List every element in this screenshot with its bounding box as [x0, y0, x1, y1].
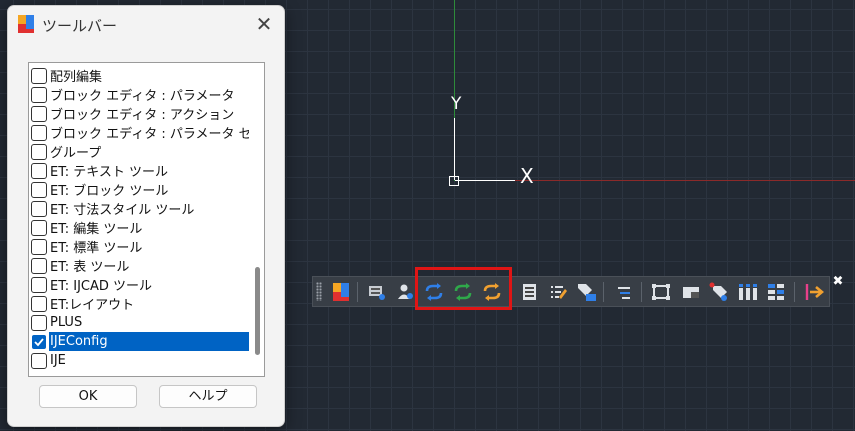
list-item[interactable]: ET: 表 ツール	[29, 256, 249, 275]
close-icon: ✕	[255, 12, 273, 36]
checkbox[interactable]	[31, 276, 47, 293]
frame-select-icon[interactable]	[651, 282, 671, 302]
window-layout-icon[interactable]	[681, 282, 701, 302]
exit-arrow-icon[interactable]	[804, 282, 824, 302]
ok-button[interactable]: OK	[39, 385, 137, 408]
checkbox[interactable]	[31, 86, 47, 103]
checkbox[interactable]	[31, 181, 47, 198]
column-bars-icon[interactable]	[738, 282, 758, 302]
x-axis-line-red	[455, 180, 855, 181]
list-item-label: ET: 寸法スタイル ツール	[50, 203, 195, 218]
dialog-header: ツールバー ✕	[8, 6, 284, 42]
list-item[interactable]: ET:レイアウト	[29, 294, 249, 313]
list-item[interactable]: ブロック エディタ : パラメータ	[29, 85, 249, 104]
checkbox[interactable]	[31, 124, 47, 141]
toolbar-dialog: ツールバー ✕ 配列編集ブロック エディタ : パラメータ ブロック エディタ :…	[7, 5, 285, 427]
toolbar-separator	[357, 282, 358, 302]
checkbox[interactable]	[31, 314, 47, 331]
list-item-label: ET: 標準 ツール	[50, 241, 143, 256]
toolbar-list[interactable]: 配列編集ブロック エディタ : パラメータ ブロック エディタ : アクション ブロ…	[28, 62, 265, 377]
list-item-label: 配列編集	[50, 70, 103, 85]
checkbox[interactable]	[31, 238, 47, 255]
checkbox[interactable]	[31, 333, 47, 350]
checkbox[interactable]	[31, 295, 47, 312]
list-item-label: ET: テキスト ツール	[50, 165, 168, 180]
list-item[interactable]: ET: 標準 ツール	[29, 237, 249, 256]
list-item-label: ブロック エディタ : アクション	[50, 108, 235, 123]
ucs-y-label: Y	[451, 94, 462, 114]
list-item-label: PLUS	[50, 315, 83, 330]
tag-color-icon[interactable]	[709, 282, 729, 302]
list-item[interactable]: ブロック エディタ : パラメータ セ	[29, 123, 249, 142]
list-item-label: グループ	[50, 146, 102, 161]
toolbar-separator	[794, 282, 795, 302]
list-item[interactable]: ET: IJCAD ツール	[29, 275, 249, 294]
ucs-y-axis	[454, 118, 455, 180]
toolbar-separator	[641, 282, 642, 302]
list-item-label: IJE	[50, 353, 66, 368]
checkbox[interactable]	[31, 143, 47, 160]
list-item[interactable]: PLUS	[29, 313, 249, 332]
list-item-label: ET: IJCAD ツール	[50, 279, 153, 294]
edit-list-icon[interactable]	[549, 282, 569, 302]
list-scrollbar-thumb[interactable]	[255, 267, 260, 355]
list-item[interactable]: ET: 寸法スタイル ツール	[29, 199, 249, 218]
checkbox[interactable]	[31, 200, 47, 217]
list-item-label: ブロック エディタ : パラメータ	[50, 89, 235, 104]
grid-table-icon[interactable]	[766, 282, 786, 302]
list-item-label: ET:レイアウト	[50, 298, 135, 313]
list-item[interactable]: グループ	[29, 142, 249, 161]
list-item[interactable]: 配列編集	[29, 66, 249, 85]
ucs-origin-marker	[449, 176, 459, 186]
checkbox[interactable]	[31, 257, 47, 274]
help-button[interactable]: ヘルプ	[159, 385, 257, 408]
toolbar-close-button[interactable]: ✖	[832, 275, 844, 288]
highlight-annotation	[415, 267, 512, 310]
filter-lines-icon[interactable]	[615, 282, 635, 302]
list-item[interactable]: IJEConfig	[29, 332, 249, 351]
app-logo-icon	[18, 15, 34, 33]
list-item-label: ブロック エディタ : パラメータ セ	[50, 127, 249, 142]
checkbox[interactable]	[31, 67, 47, 84]
toolbar-grip-handle[interactable]	[316, 282, 322, 301]
checkmark-icon	[34, 337, 44, 346]
ijeconfig-toolbar	[312, 276, 830, 307]
close-button[interactable]: ✕	[252, 12, 276, 36]
list-item-label: ET: 編集 ツール	[50, 222, 143, 237]
list-item[interactable]: ET: ブロック ツール	[29, 180, 249, 199]
list-item-label: ET: 表 ツール	[50, 260, 130, 275]
checkbox[interactable]	[31, 219, 47, 236]
ijcad-logo-icon[interactable]	[331, 282, 351, 302]
list-item-label: ET: ブロック ツール	[50, 184, 169, 199]
dialog-title: ツールバー	[42, 17, 118, 35]
list-item[interactable]: ブロック エディタ : アクション	[29, 104, 249, 123]
toolbar-separator	[603, 282, 604, 302]
checkbox[interactable]	[31, 162, 47, 179]
document-list-icon[interactable]	[520, 282, 540, 302]
checkbox[interactable]	[31, 105, 47, 122]
ucs-x-label: X	[520, 164, 534, 188]
list-item[interactable]: ET: 編集 ツール	[29, 218, 249, 237]
list-item-label: IJEConfig	[49, 332, 249, 351]
ucs-x-axis	[455, 180, 515, 181]
layer-manager-icon[interactable]	[367, 282, 387, 302]
tag-properties-icon[interactable]	[577, 282, 597, 302]
user-settings-icon[interactable]	[395, 282, 415, 302]
checkbox[interactable]	[31, 352, 47, 369]
list-item[interactable]: IJE	[29, 351, 249, 370]
list-item[interactable]: ET: テキスト ツール	[29, 161, 249, 180]
